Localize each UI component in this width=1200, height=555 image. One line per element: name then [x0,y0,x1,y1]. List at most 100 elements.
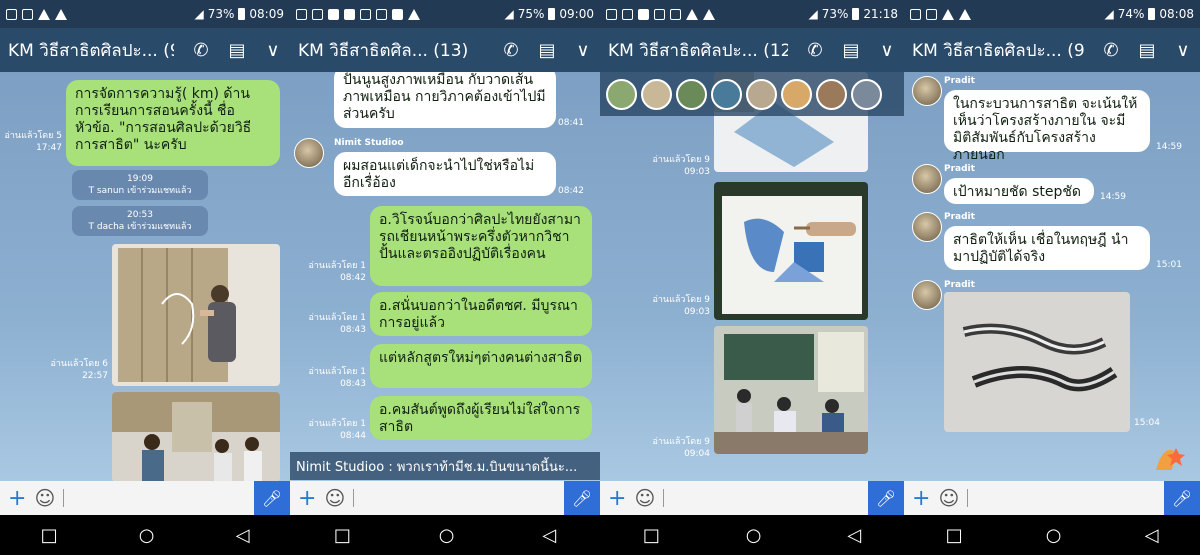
home-icon[interactable]: ○ [1046,525,1062,546]
chevron-down-icon[interactable]: ∨ [1174,40,1192,61]
notification-banner[interactable]: Nimit Studioo : พวกเราท้ามีช.ม.บินขนาดนี… [290,452,600,480]
sticker-icon[interactable] [1152,444,1188,472]
image-icon [22,8,33,20]
avatar[interactable] [676,78,707,110]
chevron-down-icon[interactable]: ∨ [878,40,896,61]
status-bar: ◢ 74% 08:08 [904,0,1200,28]
chat-screen-2: ◢ 75% 09:00 KM วิธีสาธิตศิล... (13) ✆ ▤ ∨ … [290,0,600,555]
mic-button[interactable]: 🎤︎ [1164,481,1200,515]
call-icon[interactable]: ✆ [192,40,210,61]
message-bubble[interactable]: สาธิตให้เห็น เชื่อในทฤษฎี นำมาปฏิบัติได้… [944,226,1150,270]
avatar[interactable] [912,164,942,194]
photo-image [714,182,868,320]
message-bubble[interactable]: การจัดการความรู้( km) ด้านการเรียนการสอน… [66,80,280,166]
sender-name: Pradit [944,164,975,174]
message-list[interactable]: ปั้นนูนสูงภาพเหมือน กับวาดเส้นภาพเหมือน … [290,72,600,481]
chat-header: KM วิธีสาธิตศิล... (13) ✆ ▤ ∨ [290,28,600,72]
call-icon[interactable]: ✆ [502,40,520,61]
message-bubble[interactable]: อ.วิโรจน์บอกว่าศิลปะไทยยังสามารถเชียนหน้… [370,206,592,286]
read-receipt: อ่านแล้วโดย 9 09:04 [652,437,710,459]
chat-title[interactable]: KM วิธีสาธิตศิลปะ... (12) [608,37,788,64]
emoji-icon[interactable]: ☺ [34,486,55,510]
avatar[interactable] [851,78,882,110]
avatar[interactable] [912,280,942,310]
emoji-icon[interactable]: ☺ [634,486,655,510]
input-bar: + ☺ 🎤︎ [600,481,904,515]
chat-header: KM วิธีสาธิตศิลปะ... (12) ✆ ▤ ∨ [600,28,904,72]
avatar[interactable] [816,78,847,110]
signal-icon: ◢ [194,7,204,21]
back-icon[interactable]: ◁ [1145,525,1159,546]
message-bubble[interactable]: อ.สนั่นบอกว่าในอดีตชศ. มีบูรณาการอยู่แล้… [370,292,592,336]
message-bubble[interactable]: ผมสอนแต่เด็กจะนำไปใช่หรือไม่อีกเรื่อ้อง [334,152,556,196]
mic-button[interactable]: 🎤︎ [564,481,600,515]
back-icon[interactable]: ◁ [542,525,556,546]
call-icon[interactable]: ✆ [1102,40,1120,61]
photo-painting[interactable] [714,182,868,320]
mic-button[interactable]: 🎤︎ [868,481,904,515]
photo-teacher-drawing[interactable] [112,244,280,386]
home-icon[interactable]: ○ [746,525,762,546]
add-icon[interactable]: + [298,486,316,511]
sender-name: Nimit Studioo [334,138,404,148]
avatar[interactable] [912,76,942,106]
home-icon[interactable]: ○ [439,525,455,546]
emoji-icon[interactable]: ☺ [324,486,345,510]
signal-icon: ◢ [504,7,514,21]
nav-bar: □ ○ ◁ [0,515,290,555]
chat-title[interactable]: KM วิธีสาธิตศิลปะ... (9) [912,37,1084,64]
notes-icon[interactable]: ▤ [538,40,556,61]
recents-icon[interactable]: □ [643,525,660,546]
message-input[interactable] [967,489,969,507]
avatar[interactable] [781,78,812,110]
notes-icon[interactable]: ▤ [842,40,860,61]
add-icon[interactable]: + [608,486,626,511]
input-bar: + ☺ 🎤︎ [0,481,290,515]
emoji-icon[interactable]: ☺ [938,486,959,510]
photo-bone-drawing[interactable] [944,292,1130,432]
chat-screen-3: ◢ 73% 21:18 KM วิธีสาธิตศิลปะ... (12) ✆ ▤ … [600,0,904,555]
message-list[interactable]: การจัดการความรู้( km) ด้านการเรียนการสอน… [0,72,290,481]
photo-classroom-demo[interactable] [714,326,868,454]
chevron-down-icon[interactable]: ∨ [574,40,592,61]
chat-title[interactable]: KM วิธีสาธิตศิล... (13) [298,37,484,64]
notes-icon[interactable]: ▤ [1138,40,1156,61]
avatar[interactable] [294,138,324,168]
chat-screen-4: ◢ 74% 08:08 KM วิธีสาธิตศิลปะ... (9) ✆ ▤ ∨… [904,0,1200,555]
chat-title[interactable]: KM วิธีสาธิตศิลปะ... (9) [8,37,174,64]
back-icon[interactable]: ◁ [236,525,250,546]
message-bubble[interactable]: อ.คมสันต์พูดถึงผู้เรียนไม่ใส่ใจการสาธิต [370,396,592,440]
message-input[interactable] [353,489,355,507]
notes-icon[interactable]: ▤ [228,40,246,61]
message-list[interactable]: อ่านแล้วโดย 909:03 อ่านแล้วโดย 909:03 [600,72,904,481]
message-bubble[interactable]: แต่หลักสูตรใหม่ๆต่างคนต่างสาธิต [370,344,592,388]
message-bubble[interactable]: เป้าหมายชัด stepชัด [944,178,1094,204]
chat-header: KM วิธีสาธิตศิลปะ... (9) ✆ ▤ ∨ [904,28,1200,72]
add-icon[interactable]: + [912,486,930,511]
message-time: 08:41 [558,118,584,128]
avatar[interactable] [641,78,672,110]
call-icon[interactable]: ✆ [806,40,824,61]
avatar[interactable] [711,78,742,110]
avatar[interactable] [606,78,637,110]
message-bubble[interactable]: ปั้นนูนสูงภาพเหมือน กับวาดเส้นภาพเหมือน … [334,72,556,128]
mic-button[interactable]: 🎤︎ [254,481,290,515]
recents-icon[interactable]: □ [334,525,351,546]
message-input[interactable] [63,489,65,507]
avatar[interactable] [746,78,777,110]
chevron-down-icon[interactable]: ∨ [264,40,282,61]
add-icon[interactable]: + [8,486,26,511]
home-icon[interactable]: ○ [139,525,155,546]
back-icon[interactable]: ◁ [847,525,861,546]
upload-icon [942,8,954,20]
message-input[interactable] [663,489,665,507]
message-list[interactable]: Pradit ในกระบวนการสาธิต จะเน้นให้เห็นว่า… [904,72,1200,481]
recents-icon[interactable]: □ [946,525,963,546]
recents-icon[interactable]: □ [41,525,58,546]
signal-icon: ◢ [1104,7,1114,21]
read-receipt: อ่านแล้วโดย 1 08:43 [308,313,366,335]
avatar[interactable] [912,212,942,242]
nav-bar: □ ○ ◁ [600,515,904,555]
message-bubble[interactable]: ในกระบวนการสาธิต จะเน้นให้เห็นว่าโครงสร้… [944,90,1150,163]
photo-classroom[interactable] [112,392,280,481]
